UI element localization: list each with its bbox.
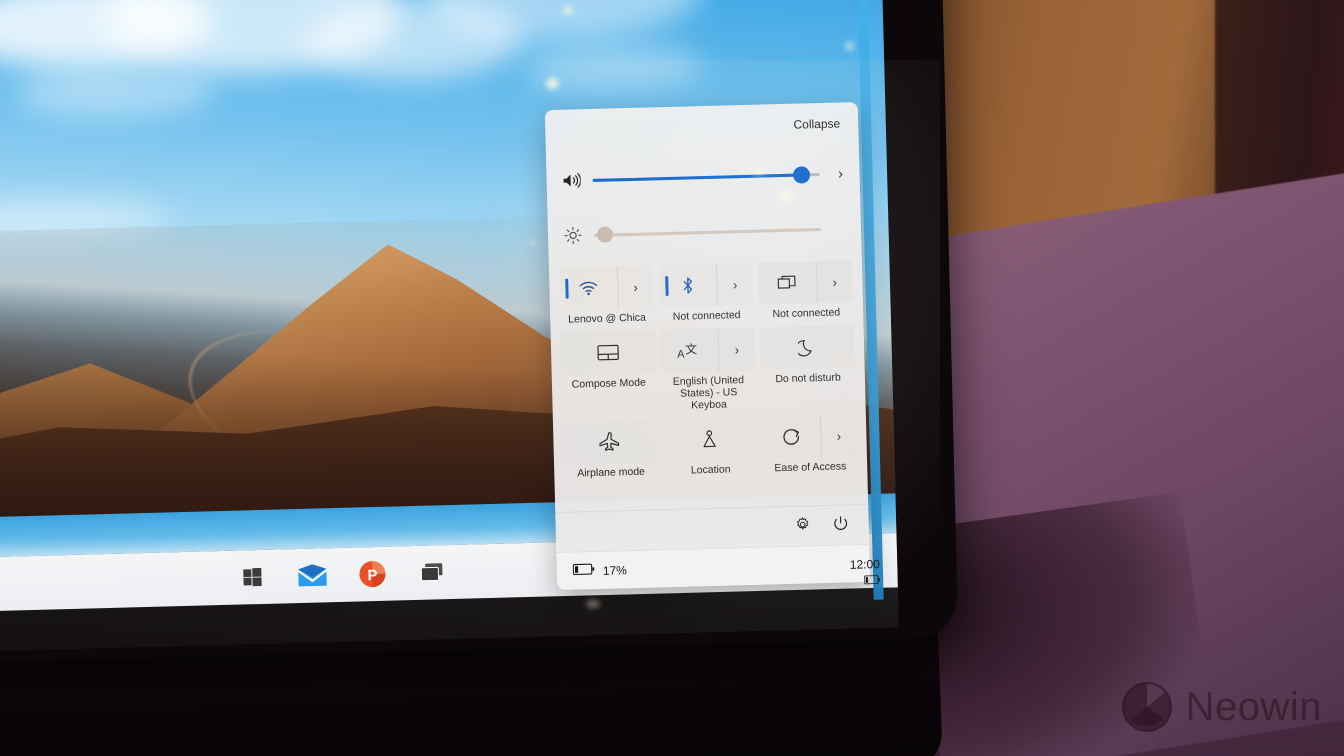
cloud <box>14 65 216 121</box>
tile-airplane[interactable] <box>562 419 658 464</box>
screen-glare <box>845 42 854 50</box>
tile-cell-ease[interactable]: › Ease of Access <box>762 414 857 474</box>
svg-text:文: 文 <box>685 341 697 356</box>
tile-label-language: English (United States) - US Keyboa <box>672 374 745 412</box>
power-icon[interactable] <box>832 515 848 534</box>
tile-active-indicator <box>565 278 569 299</box>
tile-label-compose: Compose Mode <box>571 376 646 391</box>
tile-compose[interactable] <box>560 330 656 375</box>
quick-settings-tiles[interactable]: › Lenovo @ Chica › Not connected › Not connec… <box>549 254 868 480</box>
powerpoint-icon: P <box>359 561 386 588</box>
chevron-right-icon[interactable]: › <box>616 265 654 309</box>
tile-label-ease: Ease of Access <box>774 460 847 475</box>
tile-label-bluetooth: Not connected <box>672 309 741 323</box>
volume-fill <box>592 172 802 182</box>
tile-bluetooth[interactable]: › <box>658 262 754 308</box>
volume-icon <box>558 172 584 189</box>
accessibility-icon <box>763 427 821 447</box>
tile-location[interactable] <box>662 416 758 462</box>
taskbar-item-start[interactable] <box>237 562 268 593</box>
collapse-button[interactable]: Collapse <box>793 116 840 131</box>
screen-glare <box>530 240 536 246</box>
battery-percent: 17% <box>602 562 628 578</box>
brightness-thumb[interactable] <box>597 226 614 243</box>
tile-focus[interactable] <box>759 325 855 370</box>
tile-label-airplane: Airplane mode <box>577 465 646 480</box>
screen-glare <box>753 166 764 176</box>
language-icon: A文 <box>661 341 719 361</box>
tile-cell-bluetooth[interactable]: › Not connected <box>658 262 754 323</box>
airplane-icon <box>563 430 657 452</box>
tile-wifi[interactable]: › <box>558 265 654 310</box>
tile-cell-project[interactable]: › Not connected <box>758 260 853 320</box>
neowin-logo-icon <box>1121 681 1172 733</box>
brightness-slider[interactable] <box>586 218 829 246</box>
brightness-spacer <box>829 228 855 229</box>
quick-settings-panel[interactable]: Collapse › › Lenovo @ Chica › Not connec… <box>544 101 871 591</box>
taskbar-item-taskview[interactable] <box>417 557 448 588</box>
brightness-icon <box>560 226 586 245</box>
photo-scene: P Collapse › › Lenovo @ Chica › Not conn… <box>0 0 1344 756</box>
task-view-icon <box>420 563 443 582</box>
moon-icon <box>760 337 854 357</box>
system-tray[interactable]: 12:00 <box>810 557 881 586</box>
watermark-text: Neowin <box>1185 684 1322 729</box>
tile-cell-airplane[interactable]: Airplane mode <box>562 419 658 480</box>
tile-label-focus: Do not disturb <box>775 371 841 386</box>
screen-glare <box>546 78 559 89</box>
tile-cell-focus[interactable]: Do not disturb <box>759 325 856 409</box>
volume-thumb[interactable] <box>792 165 811 184</box>
taskbar-item-powerpoint[interactable]: P <box>357 559 388 590</box>
tile-cell-compose[interactable]: Compose Mode <box>560 330 657 414</box>
tile-label-project: Not connected <box>772 306 841 321</box>
screen-glare <box>586 600 600 608</box>
taskbar-item-mail[interactable] <box>297 560 328 591</box>
tile-cell-language[interactable]: A 文 › English (United States) - US Keyboa <box>660 327 756 412</box>
chevron-right-icon[interactable]: › <box>815 260 853 304</box>
volume-slider[interactable] <box>584 163 827 191</box>
chevron-right-icon[interactable]: › <box>716 262 754 306</box>
windows-start-icon <box>243 567 262 587</box>
tile-active-indicator <box>664 276 669 297</box>
project-icon <box>758 274 816 293</box>
screen-glare <box>563 6 573 15</box>
chevron-right-icon[interactable]: › <box>717 327 755 371</box>
tile-ease[interactable]: › <box>762 414 857 459</box>
battery-low-icon <box>572 563 595 579</box>
volume-expand-chevron-icon[interactable]: › <box>827 165 853 183</box>
chevron-right-icon[interactable]: › <box>819 414 857 458</box>
tile-label-wifi: Lenovo @ Chica <box>568 311 647 326</box>
touchpad-icon <box>561 343 655 361</box>
mail-icon <box>298 564 327 587</box>
tile-label-location: Location <box>690 463 731 477</box>
brightness-slider-row[interactable] <box>547 202 861 262</box>
location-pin-icon <box>663 428 757 450</box>
neowin-watermark: Neowin <box>1120 680 1322 734</box>
tile-project[interactable]: › <box>758 260 853 305</box>
volume-slider-row[interactable]: › <box>546 144 860 210</box>
tile-cell-wifi[interactable]: › Lenovo @ Chica <box>558 265 654 326</box>
gear-icon[interactable] <box>795 516 811 535</box>
tile-cell-location[interactable]: Location <box>662 416 758 477</box>
tray-clock[interactable]: 12:00 <box>810 557 880 573</box>
screen-glare <box>780 190 793 202</box>
svg-text:P: P <box>367 567 377 584</box>
tile-language[interactable]: A 文 › <box>660 327 755 373</box>
brightness-track <box>594 227 822 237</box>
